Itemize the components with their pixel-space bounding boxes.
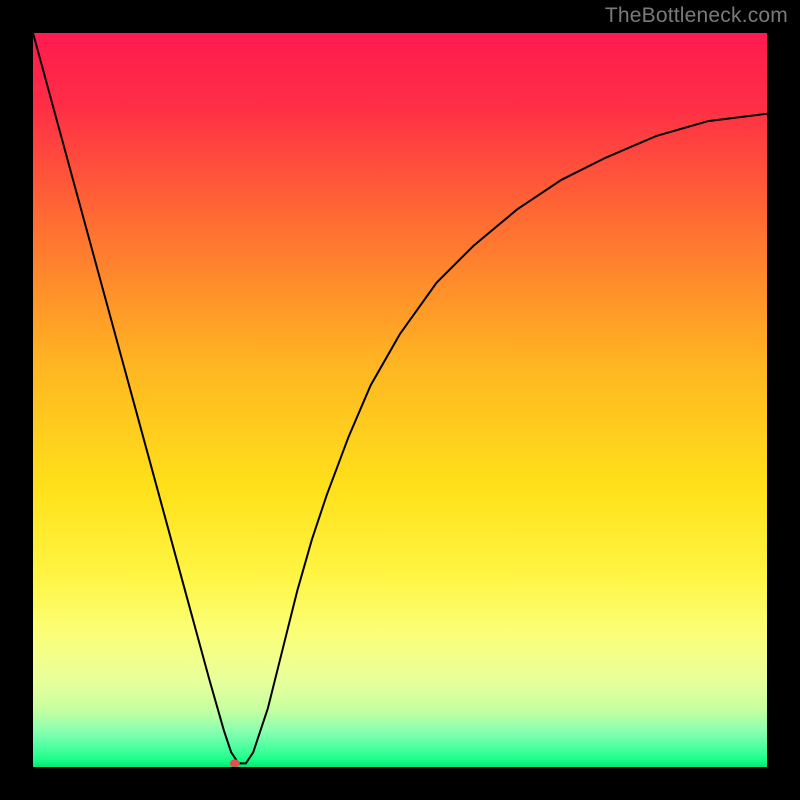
- minimum-marker: [230, 759, 240, 767]
- plot-area: [33, 33, 767, 767]
- watermark-text: TheBottleneck.com: [605, 4, 788, 28]
- chart-svg: [33, 33, 767, 767]
- frame: TheBottleneck.com: [0, 0, 800, 800]
- gradient-background: [33, 33, 767, 767]
